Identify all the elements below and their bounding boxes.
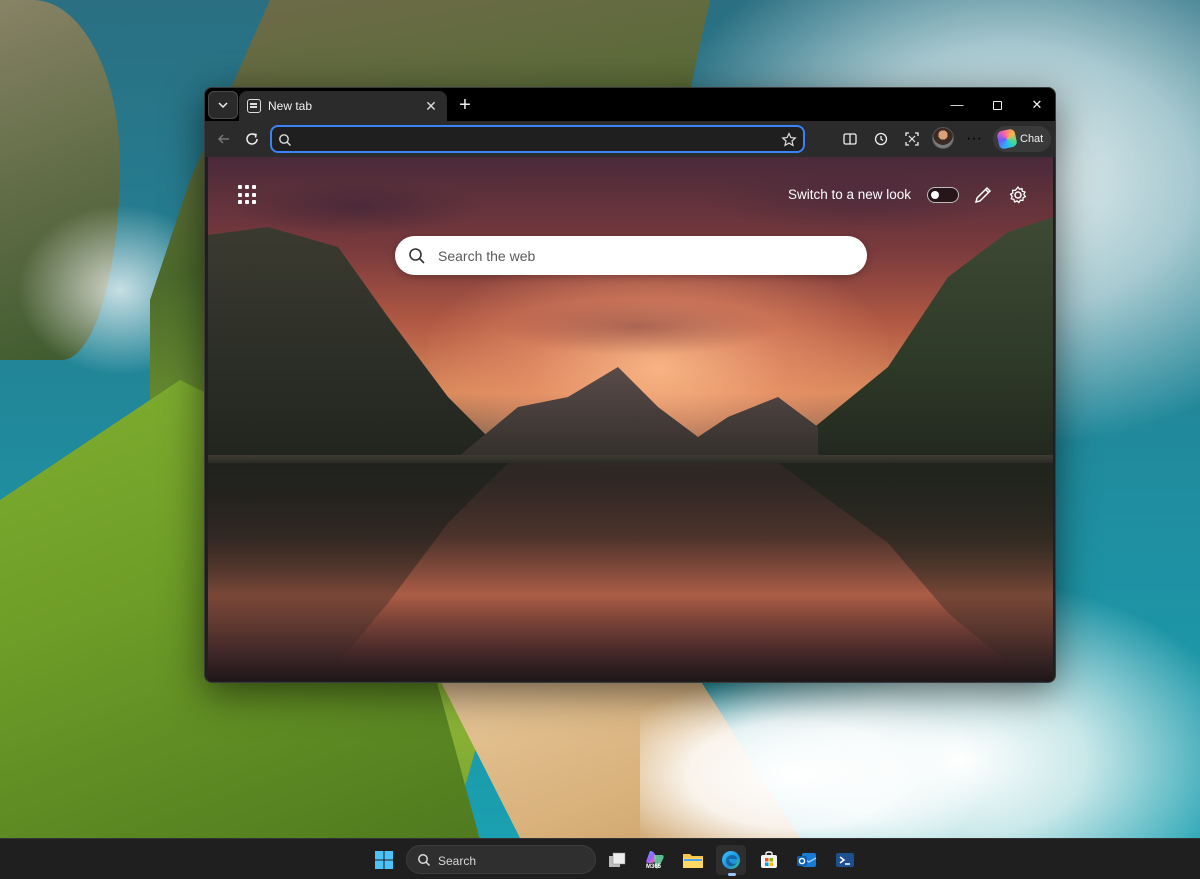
browser-toolbar: ··· Chat [205,121,1055,157]
new-tab-page: Switch to a new look [208,157,1053,681]
new-tab-page-icon [247,99,261,113]
copilot-icon [996,128,1018,150]
search-icon [279,134,291,146]
task-view-button[interactable] [602,845,632,875]
profile-avatar[interactable] [932,127,954,149]
edge-browser-window: New tab ✕ + — ✕ ··· Chat Switch to a new… [204,87,1056,683]
file-explorer-app[interactable] [678,845,708,875]
folder-icon [683,854,703,868]
page-settings-button[interactable] [1007,184,1029,206]
microsoft-365-app[interactable]: M365 [640,845,670,875]
tab-new-tab[interactable]: New tab ✕ [239,91,447,121]
taskbar-search[interactable]: Search [406,845,596,874]
back-button[interactable] [211,127,237,151]
active-app-indicator [728,873,736,876]
start-button[interactable] [369,845,399,875]
more-button[interactable]: ··· [961,127,987,151]
favorite-star-icon[interactable] [781,132,797,148]
search-icon [409,248,425,264]
taskbar-search-label: Search [438,854,477,868]
split-screen-button[interactable] [837,127,863,151]
maximize-button[interactable] [979,92,1015,118]
pencil-icon [974,186,992,204]
refresh-button[interactable] [239,127,265,151]
address-bar[interactable] [270,125,805,153]
store-bag-icon [761,851,777,868]
web-search-box[interactable] [395,236,867,275]
toggle-knob [931,191,939,199]
microsoft-store-app[interactable] [754,845,784,875]
terminal-icon [836,853,854,867]
tab-actions-button[interactable] [208,91,238,119]
refresh-icon [246,133,258,145]
screenshot-icon [905,132,919,146]
chevron-down-icon [218,102,228,109]
close-window-button[interactable]: ✕ [1019,92,1055,118]
screenshot-button[interactable] [899,127,925,151]
back-arrow-icon [217,134,229,144]
m365-label: M365 [646,864,662,870]
wallpaper-foam [640,680,980,838]
address-input[interactable] [296,130,776,148]
apps-dot [238,200,242,205]
copilot-chat-button[interactable]: Chat [993,126,1051,152]
tab-close-icon[interactable]: ✕ [423,98,439,114]
minimize-button[interactable]: — [939,92,975,118]
tab-strip: New tab ✕ + — ✕ [205,88,1055,121]
apps-dot [252,185,256,189]
gear-icon [1009,186,1027,204]
apps-dot [245,200,249,205]
tab-title: New tab [268,99,313,113]
windows-logo-icon [375,851,393,869]
new-look-toggle[interactable] [927,187,959,203]
edge-icon [722,851,740,869]
outlook-icon [797,853,817,867]
task-view-icon [609,852,626,867]
switch-new-look-label: Switch to a new look [788,187,912,202]
windows-taskbar: Search M365 [0,838,1200,879]
chat-label: Chat [1020,133,1044,145]
apps-dot [252,200,256,205]
apps-dot [245,185,249,189]
apps-dot [245,192,249,197]
apps-dot [238,192,242,197]
history-icon [874,132,888,146]
new-tab-button[interactable]: + [453,93,477,117]
search-icon [418,854,431,867]
terminal-app[interactable] [830,845,860,875]
apps-dot [252,192,256,197]
maximize-icon [992,101,1002,111]
split-screen-icon [843,133,857,145]
outlook-app[interactable] [792,845,822,875]
edit-background-button[interactable] [972,184,994,206]
edge-app[interactable] [716,845,746,876]
apps-dot [238,185,242,189]
background-shoreline [208,455,1053,463]
history-button[interactable] [868,127,894,151]
app-launcher-button[interactable] [238,185,258,205]
web-search-input[interactable] [438,246,838,266]
